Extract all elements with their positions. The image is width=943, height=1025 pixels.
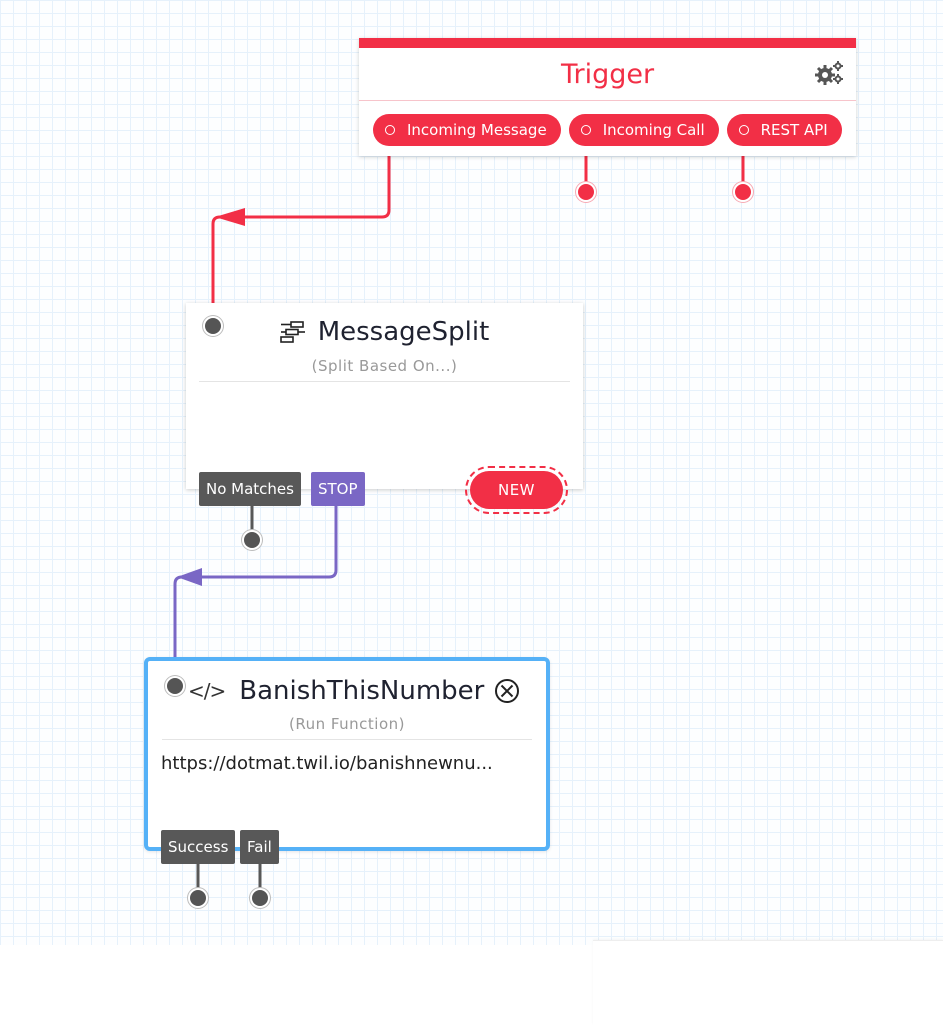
trigger-widget[interactable]: Trigger Incoming Message Incoming Call R… [359,38,856,156]
trigger-header: Trigger [359,48,856,101]
trigger-transitions: Incoming Message Incoming Call REST API [373,114,842,146]
transition-fail[interactable]: Fail [240,830,279,864]
transition-success[interactable]: Success [161,830,236,864]
inport-messagesplit[interactable] [205,318,221,334]
code-icon: </> [188,679,226,703]
widget-divider [199,381,570,382]
port-ring-icon [580,125,591,135]
outport-incoming-call[interactable] [578,184,594,200]
widget-type: (Split Based On...) [311,357,458,375]
trigger-title: Trigger [560,58,655,90]
inport-banishthisnumber[interactable] [167,678,183,694]
transition-no-matches[interactable]: No Matches [199,472,301,506]
outport-rest-api[interactable] [735,184,751,200]
widget-name: BanishThisNumber [239,676,485,706]
widget-messagesplit[interactable]: MessageSplit (Split Based On...) [186,303,583,489]
widget-banishthisnumber[interactable]: </> BanishThisNumber (Run Function) http… [144,657,550,851]
outport-success[interactable] [190,890,206,906]
widget-header: </> BanishThisNumber [188,673,546,709]
close-circle-icon[interactable] [494,678,520,704]
transition-incoming-call[interactable]: Incoming Call [568,114,719,146]
transition-label: Incoming Message [407,121,547,139]
widget-divider [162,739,532,740]
transition-stop[interactable]: STOP [311,472,365,506]
function-url: https://dotmat.twil.io/banishnewnu... [161,753,493,774]
transition-label: Incoming Call [602,121,705,139]
new-transition-button[interactable]: NEW [465,466,568,514]
port-ring-icon [738,125,749,135]
port-ring-icon [385,125,395,135]
split-icon [279,321,306,343]
bottom-right-panel [593,940,943,1025]
transition-rest-api[interactable]: REST API [726,114,842,146]
transition-label: REST API [760,121,828,139]
outport-fail[interactable] [252,890,268,906]
new-button-label: NEW [470,471,563,509]
gears-icon[interactable] [814,60,844,86]
widget-type: (Run Function) [288,715,406,733]
transition-incoming-message[interactable]: Incoming Message [373,114,561,146]
widget-name: MessageSplit [317,317,490,347]
outport-no-matches[interactable] [244,532,260,548]
widget-header: MessageSplit [186,315,583,349]
